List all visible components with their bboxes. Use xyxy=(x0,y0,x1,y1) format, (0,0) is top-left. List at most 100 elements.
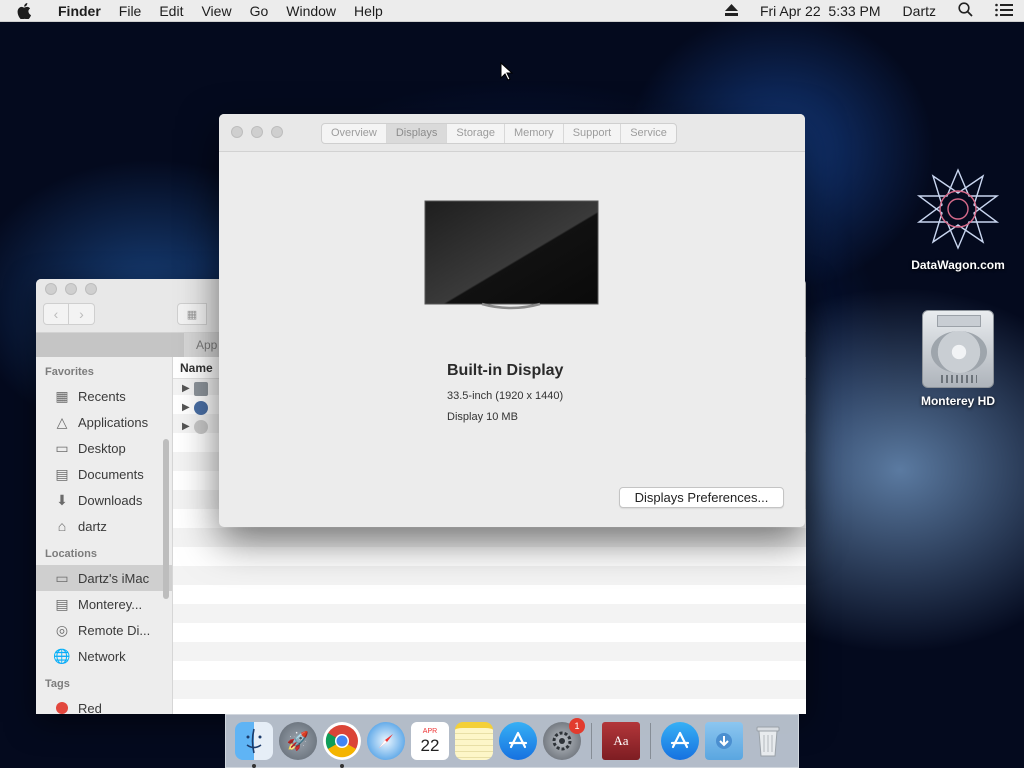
menu-bar: Finder File Edit View Go Window Help Fri… xyxy=(0,0,1024,22)
sidebar-item-remote-disc[interactable]: ◎ Remote Di... xyxy=(36,617,172,643)
safari-dock-icon[interactable] xyxy=(367,722,405,760)
tab-overview[interactable]: Overview xyxy=(322,124,387,143)
calendar-month: APR xyxy=(422,727,438,735)
minimize-button[interactable] xyxy=(65,283,77,295)
app-store-dock-icon[interactable] xyxy=(499,722,537,760)
dock: 🚀 APR 22 1 Aa xyxy=(225,714,799,768)
notification-badge: 1 xyxy=(569,718,585,734)
sidebar-item-label: Remote Di... xyxy=(78,622,151,638)
about-tabs: Overview Displays Storage Memory Support… xyxy=(321,123,677,144)
disclosure-triangle-icon[interactable]: ▶ xyxy=(182,383,194,394)
user-menu[interactable]: Dartz xyxy=(903,3,936,19)
sidebar-item-applications[interactable]: △ Applications xyxy=(36,409,172,435)
disc-icon xyxy=(194,419,208,434)
sidebar-item-imac[interactable]: ▭ Dartz's iMac xyxy=(36,565,172,591)
spotlight-icon[interactable] xyxy=(958,2,973,20)
sidebar-item-label: Recents xyxy=(78,388,126,404)
clock-icon: ▦ xyxy=(55,387,69,404)
menu-file[interactable]: File xyxy=(110,0,151,22)
home-icon: ⌂ xyxy=(57,518,67,534)
navigation-buttons: ‹ › xyxy=(43,303,95,325)
menu-edit[interactable]: Edit xyxy=(150,0,192,22)
menu-go[interactable]: Go xyxy=(241,0,278,22)
sidebar-item-monterey[interactable]: ▤ Monterey... xyxy=(36,591,172,617)
eject-icon[interactable] xyxy=(724,3,738,19)
sidebar-item-documents[interactable]: ▤ Documents xyxy=(36,461,172,487)
tab-storage[interactable]: Storage xyxy=(447,124,505,143)
hard-drive-icon xyxy=(922,310,994,388)
desktop-icon-datawagon[interactable]: DataWagon.com xyxy=(898,166,1018,272)
minimize-button[interactable] xyxy=(251,126,263,138)
tab-displays[interactable]: Displays xyxy=(386,124,448,143)
sidebar-item-label: Monterey... xyxy=(78,596,143,612)
apple-icon[interactable] xyxy=(17,0,39,22)
menu-window[interactable]: Window xyxy=(277,0,345,22)
sidebar-item-desktop[interactable]: ▭ Desktop xyxy=(36,435,172,461)
close-button[interactable] xyxy=(45,283,57,295)
imac-icon: ▭ xyxy=(55,569,69,586)
sidebar-item-label: Downloads xyxy=(78,492,143,508)
dock-separator xyxy=(650,723,651,759)
network-icon: 🌐 xyxy=(53,647,71,664)
about-titlebar: Overview Displays Storage Memory Support… xyxy=(219,114,805,152)
about-this-mac-window: Overview Displays Storage Memory Support… xyxy=(219,114,805,527)
sidebar-heading-tags: Tags xyxy=(45,678,70,690)
clock-text[interactable]: Fri Apr 22 5:33 PM xyxy=(760,3,881,19)
display-monitor-icon xyxy=(424,200,599,310)
drive-icon xyxy=(194,381,208,396)
finder-sidebar: Favorites ▦ Recents △ Applications ▭ Des… xyxy=(36,357,173,714)
download-icon: ⬇ xyxy=(56,491,68,508)
app-store-downloads-dock-icon[interactable] xyxy=(661,722,699,760)
view-mode-buttons: ▦ xyxy=(177,303,207,325)
disclosure-triangle-icon[interactable]: ▶ xyxy=(182,402,194,413)
forward-button[interactable]: › xyxy=(69,303,95,325)
menu-help[interactable]: Help xyxy=(345,0,392,22)
menu-view[interactable]: View xyxy=(192,0,240,22)
sidebar-item-label: dartz xyxy=(78,518,107,534)
mouse-cursor-icon xyxy=(500,62,514,81)
disclosure-triangle-icon[interactable]: ▶ xyxy=(182,421,194,432)
dictionary-dock-icon[interactable]: Aa xyxy=(602,722,640,760)
display-size: 33.5-inch (1920 x 1440) xyxy=(447,390,564,402)
trash-dock-icon[interactable] xyxy=(749,722,787,760)
close-button[interactable] xyxy=(231,126,243,138)
back-button[interactable]: ‹ xyxy=(43,303,69,325)
notification-center-icon[interactable] xyxy=(995,3,1013,20)
sidebar-scrollbar[interactable] xyxy=(163,439,169,599)
sidebar-item-dartz[interactable]: ⌂ dartz xyxy=(36,513,172,539)
sidebar-item-tag-red[interactable]: Red xyxy=(36,695,172,714)
sidebar-item-downloads[interactable]: ⬇ Downloads xyxy=(36,487,172,513)
display-memory: Display 10 MB xyxy=(447,411,518,423)
sidebar-item-label: Dartz's iMac xyxy=(78,570,150,586)
finder-dock-icon[interactable] xyxy=(235,722,273,768)
finder-tab[interactable]: App xyxy=(196,338,217,352)
display-name: Built-in Display xyxy=(447,362,564,379)
tab-memory[interactable]: Memory xyxy=(505,124,564,143)
sidebar-item-label: Desktop xyxy=(78,440,126,456)
disc-icon: ◎ xyxy=(55,621,69,638)
notes-dock-icon[interactable] xyxy=(455,722,493,760)
system-preferences-dock-icon[interactable]: 1 xyxy=(543,718,585,760)
icon-view-icon[interactable]: ▦ xyxy=(177,303,207,325)
tab-service[interactable]: Service xyxy=(621,124,676,143)
desktop-icon-monterey-hd[interactable]: Monterey HD xyxy=(898,310,1018,408)
window-controls xyxy=(45,283,97,295)
tab-support[interactable]: Support xyxy=(564,124,622,143)
datawagon-logo-icon xyxy=(916,168,1000,250)
sidebar-item-network[interactable]: 🌐 Network xyxy=(36,643,172,669)
menu-finder[interactable]: Finder xyxy=(49,0,110,22)
chrome-dock-icon[interactable] xyxy=(323,722,361,768)
sidebar-heading-favorites: Favorites xyxy=(45,366,94,378)
zoom-button[interactable] xyxy=(85,283,97,295)
calendar-dock-icon[interactable]: APR 22 xyxy=(411,722,449,760)
launchpad-dock-icon[interactable]: 🚀 xyxy=(279,722,317,760)
sidebar-item-label: Red xyxy=(78,700,102,715)
sidebar-item-recents[interactable]: ▦ Recents xyxy=(36,383,172,409)
zoom-button[interactable] xyxy=(271,126,283,138)
sidebar-item-label: Network xyxy=(78,648,126,664)
desktop-icon-label: Monterey HD xyxy=(920,394,995,408)
desktop-icon: ▭ xyxy=(55,439,69,456)
displays-preferences-button[interactable]: Displays Preferences... xyxy=(619,487,784,508)
window-controls xyxy=(231,126,283,138)
downloads-folder-dock-icon[interactable] xyxy=(705,722,743,760)
